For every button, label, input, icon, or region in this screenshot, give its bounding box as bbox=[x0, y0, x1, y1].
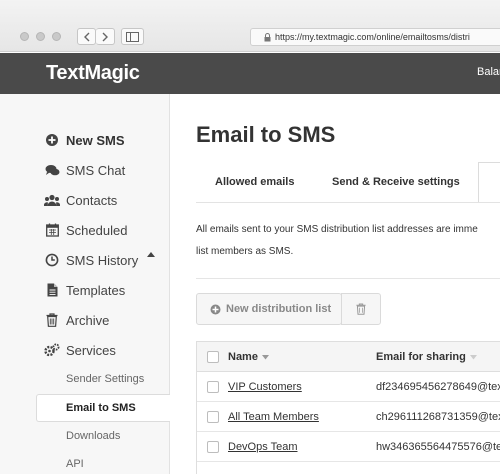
column-header-name[interactable]: Name bbox=[228, 351, 269, 363]
sidebar-subitem-label: Email to SMS bbox=[66, 402, 136, 414]
tab-send-receive-settings[interactable]: Send & Receive settings bbox=[332, 176, 460, 188]
new-distribution-list-label: New distribution list bbox=[226, 303, 332, 315]
sidebar-item-label: Templates bbox=[66, 282, 126, 298]
user-menu[interactable]: Balan bbox=[477, 66, 500, 78]
plus-circle-icon bbox=[210, 304, 221, 314]
sidebar-item-archive[interactable]: Archive bbox=[44, 309, 109, 331]
sidebar-item-label: SMS History bbox=[66, 252, 139, 268]
column-header-label: Email for sharing bbox=[376, 351, 466, 363]
sidebar-item-label: Scheduled bbox=[66, 222, 128, 238]
back-button[interactable] bbox=[77, 28, 96, 45]
sort-down-icon bbox=[261, 354, 269, 359]
sidebar-item-services[interactable]: Services bbox=[44, 339, 116, 361]
caret-up-icon[interactable] bbox=[147, 252, 155, 257]
sidebar-item-label: SMS Chat bbox=[66, 162, 126, 178]
description-line-1: All emails sent to your SMS distribution… bbox=[196, 224, 478, 235]
list-email: df234695456278649@tex bbox=[376, 381, 500, 393]
url-text: https://my.textmagic.com/online/emailtos… bbox=[275, 32, 470, 42]
window-zoom-button[interactable] bbox=[52, 32, 61, 41]
sidebar-subitem-email-to-sms[interactable]: Email to SMS bbox=[36, 394, 170, 422]
sidebar-toggle-button[interactable] bbox=[121, 28, 144, 45]
browser-toolbar: https://my.textmagic.com/online/emailtos… bbox=[0, 0, 500, 52]
column-header-email[interactable]: Email for sharing bbox=[376, 351, 477, 363]
list-name-link[interactable]: VIP Customers bbox=[228, 381, 302, 393]
list-email: hw346365564475576@tex bbox=[376, 441, 500, 453]
page-title: Email to SMS bbox=[196, 122, 336, 147]
logo[interactable]: TextMagic bbox=[46, 62, 140, 85]
sidebar-item-label: New SMS bbox=[66, 132, 125, 148]
trash-icon bbox=[356, 303, 366, 315]
sort-down-icon bbox=[469, 354, 477, 359]
gears-icon bbox=[44, 342, 60, 358]
forward-button[interactable] bbox=[96, 28, 115, 45]
window-minimize-button[interactable] bbox=[36, 32, 45, 41]
chevron-right-icon bbox=[102, 32, 108, 41]
tabs-divider bbox=[196, 202, 500, 203]
tab-allowed-emails[interactable]: Allowed emails bbox=[215, 176, 294, 188]
clock-icon bbox=[44, 252, 60, 268]
sidebar-item-label: Contacts bbox=[66, 192, 118, 208]
plus-circle-icon bbox=[44, 132, 60, 148]
table-header: Name Email for sharing bbox=[197, 342, 500, 372]
row-checkbox[interactable] bbox=[207, 411, 219, 423]
description-line-2: list members as SMS. bbox=[196, 246, 294, 257]
distribution-list-table: Name Email for sharing VIP Customers df2… bbox=[196, 341, 500, 474]
window-close-button[interactable] bbox=[20, 32, 29, 41]
document-icon bbox=[44, 282, 60, 298]
row-checkbox[interactable] bbox=[207, 381, 219, 393]
sidebar-item-contacts[interactable]: Contacts bbox=[44, 189, 117, 211]
sidebar-item-templates[interactable]: Templates bbox=[44, 279, 125, 301]
sidebar-subitem-downloads[interactable]: Downloads bbox=[66, 430, 120, 442]
sidebar-icon bbox=[126, 31, 139, 42]
select-all-checkbox[interactable] bbox=[207, 351, 219, 363]
address-bar[interactable]: https://my.textmagic.com/online/emailtos… bbox=[250, 28, 500, 46]
sidebar-subitem-api[interactable]: API bbox=[66, 458, 84, 470]
new-distribution-list-button[interactable]: New distribution list bbox=[196, 293, 342, 325]
list-name-link[interactable]: All Team Members bbox=[228, 411, 319, 423]
row-checkbox[interactable] bbox=[207, 441, 219, 453]
sidebar-item-label: Services bbox=[66, 342, 116, 358]
sidebar-item-label: Archive bbox=[66, 312, 110, 328]
table-row[interactable]: DevOps Team hw346365564475576@tex bbox=[197, 432, 500, 462]
tab-active[interactable] bbox=[478, 162, 500, 202]
chat-icon bbox=[44, 162, 60, 178]
table-row[interactable]: All Team Members ch296111268731359@tex bbox=[197, 402, 500, 432]
trash-icon bbox=[44, 312, 60, 328]
sidebar-subitem-sender-settings[interactable]: Sender Settings bbox=[66, 373, 144, 385]
chevron-left-icon bbox=[83, 32, 89, 41]
sidebar-item-new-sms[interactable]: New SMS bbox=[44, 129, 125, 151]
lock-icon bbox=[264, 33, 271, 42]
list-name-link[interactable]: DevOps Team bbox=[228, 441, 298, 453]
contacts-icon bbox=[44, 192, 60, 208]
calendar-icon bbox=[44, 222, 60, 238]
column-header-label: Name bbox=[228, 351, 258, 363]
divider bbox=[196, 278, 500, 279]
delete-button[interactable] bbox=[341, 293, 381, 325]
sidebar-item-scheduled[interactable]: Scheduled bbox=[44, 219, 127, 241]
app-header: TextMagic Balan bbox=[0, 53, 500, 94]
table-row[interactable]: VIP Customers df234695456278649@tex bbox=[197, 372, 500, 402]
sidebar-item-sms-chat[interactable]: SMS Chat bbox=[44, 159, 125, 181]
list-email: ch296111268731359@tex bbox=[376, 411, 500, 423]
sidebar-item-sms-history[interactable]: SMS History bbox=[44, 249, 138, 271]
